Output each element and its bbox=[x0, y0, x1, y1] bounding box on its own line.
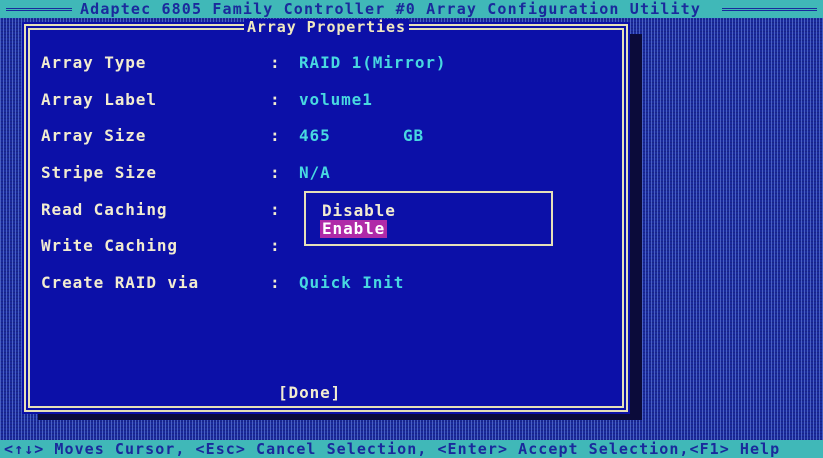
property-label: Array Size bbox=[41, 126, 147, 145]
title-bar: Adaptec 6805 Family Controller #0 Array … bbox=[0, 0, 823, 18]
window-title: Adaptec 6805 Family Controller #0 Array … bbox=[80, 0, 702, 18]
property-value-create-raid-via[interactable]: Quick Init bbox=[299, 273, 404, 293]
property-colon: : bbox=[270, 90, 281, 109]
property-colon: : bbox=[270, 200, 281, 219]
status-bar: <↑↓> Moves Cursor, <Esc> Cancel Selectio… bbox=[0, 440, 823, 458]
status-help-text: <↑↓> Moves Cursor, <Esc> Cancel Selectio… bbox=[4, 440, 781, 458]
property-colon: : bbox=[270, 126, 281, 145]
property-colon: : bbox=[270, 236, 281, 255]
property-label: Create RAID via bbox=[41, 273, 199, 292]
property-label: Array Label bbox=[41, 90, 157, 109]
property-colon: : bbox=[270, 273, 281, 292]
title-rule-right bbox=[722, 8, 817, 11]
property-colon: : bbox=[270, 163, 281, 182]
property-value-stripe-size[interactable]: N/A bbox=[299, 163, 331, 183]
dropdown-option-enable[interactable]: Enable bbox=[320, 220, 388, 238]
done-button[interactable]: [Done] bbox=[278, 383, 341, 403]
dialog-title: Array Properties bbox=[244, 19, 409, 35]
property-value-array-size[interactable]: 465 bbox=[299, 126, 331, 146]
property-unit-array-size[interactable]: GB bbox=[403, 126, 424, 146]
property-label: Read Caching bbox=[41, 200, 168, 219]
property-value-array-type[interactable]: RAID 1(Mirror) bbox=[299, 53, 446, 73]
dropdown-option-disable[interactable]: Disable bbox=[320, 202, 398, 220]
title-rule-left bbox=[6, 8, 72, 11]
property-value-array-label[interactable]: volume1 bbox=[299, 90, 373, 110]
property-label: Array Type bbox=[41, 53, 147, 72]
property-label: Write Caching bbox=[41, 236, 178, 255]
property-colon: : bbox=[270, 53, 281, 72]
property-label: Stripe Size bbox=[41, 163, 157, 182]
read-caching-dropdown[interactable]: Disable Enable bbox=[304, 191, 553, 246]
